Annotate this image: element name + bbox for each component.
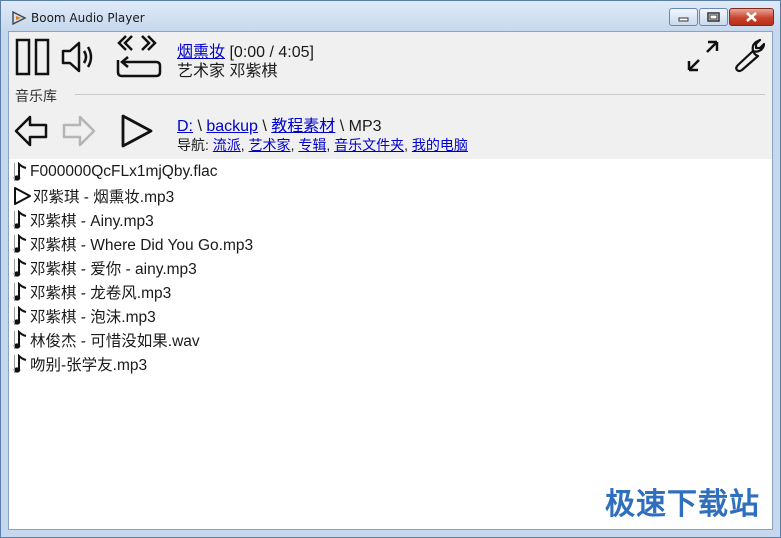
play-icon — [14, 187, 31, 205]
minimize-button[interactable] — [669, 8, 698, 26]
breadcrumb-text: \ — [335, 118, 349, 135]
nav-link[interactable]: 我的电脑 — [412, 137, 468, 153]
breadcrumb-link[interactable]: 教程素材 — [271, 118, 335, 135]
file-name: 邓紫棋 - 泡沫.mp3 — [30, 309, 156, 326]
file-row[interactable]: 邓紫棋 - Ainy.mp3 — [13, 208, 753, 232]
file-name: F000000QcFLx1mjQby.flac — [30, 163, 218, 180]
file-name: 林俊杰 - 可惜没如果.wav — [30, 333, 200, 350]
breadcrumb-text: \ — [193, 118, 207, 135]
file-row[interactable]: 邓紫琪 - 烟熏妆.mp3 — [13, 184, 753, 208]
breadcrumb: D: \ backup \ 教程素材 \ MP3 — [177, 112, 382, 136]
watermark: 极速下载站 — [605, 487, 760, 522]
file-row[interactable]: 林俊杰 - 可惜没如果.wav — [13, 328, 753, 352]
window-controls — [668, 8, 774, 26]
app-window: Boom Audio Player 烟熏妆 [0:00 / 4:05] 艺术家 … — [0, 0, 781, 538]
note-icon — [13, 258, 27, 277]
file-row[interactable]: 邓紫棋 - 泡沫.mp3 — [13, 304, 753, 328]
file-row[interactable]: 邓紫棋 - Where Did You Go.mp3 — [13, 232, 753, 256]
maximize-icon — [707, 12, 720, 22]
navigation-links: 导航: 流派, 艺术家, 专辑, 音乐文件夹, 我的电脑 — [177, 135, 468, 155]
forward-arrow-icon[interactable] — [61, 114, 97, 148]
close-icon — [746, 12, 757, 22]
main-panel: 烟熏妆 [0:00 / 4:05] 艺术家 邓紫棋 音乐库 D: \ backu… — [8, 31, 773, 530]
library-divider — [75, 94, 765, 95]
nav-separator: , — [404, 137, 412, 153]
breadcrumb-link[interactable]: backup — [206, 118, 258, 135]
breadcrumb-link[interactable]: D: — [177, 118, 193, 135]
close-button[interactable] — [729, 8, 774, 26]
nav-label: 导航: — [177, 137, 209, 153]
file-name: 邓紫棋 - 爱你 - ainy.mp3 — [30, 261, 197, 278]
minimize-icon — [678, 17, 689, 22]
note-icon — [13, 210, 27, 229]
note-icon — [13, 162, 27, 181]
window-title: Boom Audio Player — [31, 11, 145, 25]
library-label: 音乐库 — [15, 88, 57, 104]
nav-link[interactable]: 艺术家 — [249, 137, 291, 153]
fullscreen-icon[interactable] — [685, 38, 721, 74]
file-name: 吻别-张学友.mp3 — [30, 357, 148, 374]
pause-icon[interactable] — [15, 38, 51, 76]
nav-link[interactable]: 专辑 — [298, 137, 326, 153]
note-icon — [13, 354, 27, 373]
repeat-icon[interactable] — [110, 32, 162, 82]
file-row[interactable]: 吻别-张学友.mp3 — [13, 352, 753, 376]
note-icon — [13, 234, 27, 253]
note-icon — [13, 282, 27, 301]
file-name: 邓紫棋 - Ainy.mp3 — [30, 213, 154, 230]
breadcrumb-text: \ — [257, 118, 272, 135]
nav-separator: , — [240, 137, 249, 153]
note-icon — [13, 330, 27, 349]
breadcrumb-text: MP3 — [348, 118, 382, 135]
play-icon[interactable] — [119, 113, 155, 149]
maximize-button[interactable] — [699, 8, 728, 26]
nav-link[interactable]: 流派 — [213, 137, 241, 153]
file-row[interactable]: F000000QcFLx1mjQby.flac — [13, 160, 753, 184]
note-icon — [13, 306, 27, 325]
settings-wrench-icon[interactable] — [734, 38, 770, 74]
volume-icon[interactable] — [60, 38, 98, 76]
track-artist: 艺术家 邓紫棋 — [177, 63, 278, 80]
app-logo-icon — [12, 10, 27, 26]
file-list: F000000QcFLx1mjQby.flac 邓紫琪 - 烟熏妆.mp3 邓紫棋 … — [13, 160, 753, 376]
player-toolbar: 烟熏妆 [0:00 / 4:05] 艺术家 邓紫棋 音乐库 D: \ backu… — [9, 32, 772, 159]
file-row[interactable]: 邓紫棋 - 爱你 - ainy.mp3 — [13, 256, 753, 280]
file-name: 邓紫琪 - 烟熏妆.mp3 — [33, 189, 175, 206]
nav-link[interactable]: 音乐文件夹 — [334, 137, 404, 153]
title-bar[interactable]: Boom Audio Player — [1, 1, 780, 31]
file-name: 邓紫棋 - Where Did You Go.mp3 — [30, 237, 254, 254]
file-row[interactable]: 邓紫棋 - 龙卷风.mp3 — [13, 280, 753, 304]
nav-separator: , — [326, 137, 335, 153]
file-name: 邓紫棋 - 龙卷风.mp3 — [30, 285, 172, 302]
back-arrow-icon[interactable] — [13, 114, 49, 148]
